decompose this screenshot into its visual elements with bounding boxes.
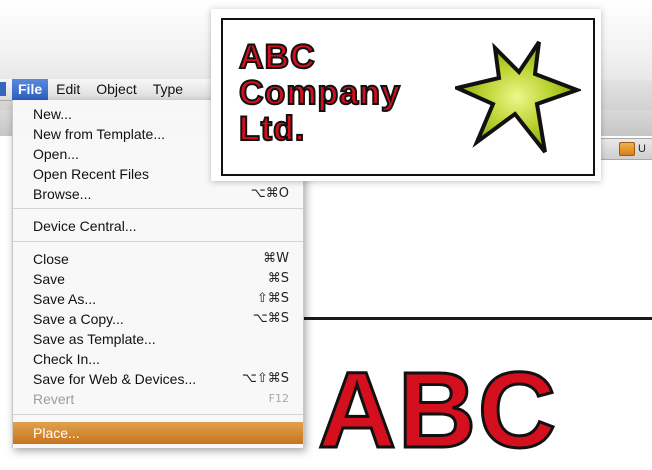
menu-item-save[interactable]: Save ⌘S: [13, 269, 303, 289]
menu-item-shortcut: ⌥⌘O: [250, 186, 289, 201]
menu-item-shortcut: ⇧⌘S: [256, 291, 289, 306]
menu-item-label: Save for Web & Devices...: [33, 371, 197, 387]
menu-item-label: Revert: [33, 391, 75, 407]
document-icon: [619, 142, 635, 156]
menu-item-check-in[interactable]: Check In...: [13, 349, 303, 369]
logo-preview-card: ABC Company Ltd.: [211, 9, 601, 181]
menu-item-label: Device Central...: [33, 218, 137, 234]
menu-item-browse[interactable]: Browse... ⌥⌘O: [13, 184, 303, 204]
menu-item-label: New from Template...: [33, 126, 166, 142]
menu-bar: File Edit Object Type: [0, 79, 212, 101]
menu-separator: [13, 414, 303, 415]
menu-item-save-as[interactable]: Save As... ⇧⌘S: [13, 289, 303, 309]
menu-item-label: Open...: [33, 146, 79, 162]
menu-item-label: New...: [33, 106, 72, 122]
menu-item-save-for-web[interactable]: Save for Web & Devices... ⌥⇧⌘S: [13, 369, 303, 389]
menu-item-save-a-copy[interactable]: Save a Copy... ⌥⌘S: [13, 309, 303, 329]
menu-item-place[interactable]: Place...: [13, 422, 303, 444]
menu-item-shortcut: ⌥⇧⌘S: [241, 371, 289, 386]
menu-object[interactable]: Object: [88, 79, 144, 100]
logo-line-ltd: Ltd.: [238, 110, 306, 148]
menu-type[interactable]: Type: [145, 79, 191, 100]
menu-separator: [13, 208, 303, 209]
menubar-edge: [0, 82, 6, 96]
menu-item-shortcut: ⌘S: [267, 271, 289, 286]
menu-item-label: Close: [33, 251, 69, 267]
menu-item-close[interactable]: Close ⌘W: [13, 249, 303, 269]
logo-line-company: Company: [238, 74, 401, 112]
menu-item-label: Save: [33, 271, 65, 287]
menu-item-label: Check In...: [33, 351, 100, 367]
menu-item-label: Open Recent Files: [33, 166, 149, 182]
menu-item-shortcut: ⌥⌘S: [252, 311, 289, 326]
menu-item-shortcut: ⌘W: [263, 251, 289, 266]
menu-item-shortcut: F12: [268, 392, 289, 405]
menu-item-save-as-template[interactable]: Save as Template...: [13, 329, 303, 349]
document-tab-label: U: [638, 143, 646, 155]
menu-item-device-central[interactable]: Device Central...: [13, 216, 303, 236]
menu-file[interactable]: File: [12, 79, 49, 100]
menu-separator: [13, 241, 303, 242]
logo-line-abc: ABC: [238, 38, 316, 76]
menu-item-label: Save as Template...: [33, 331, 156, 347]
menu-item-revert: Revert F12: [13, 389, 303, 409]
menu-item-label: Save As...: [33, 291, 97, 307]
menu-item-label: Place...: [33, 425, 80, 441]
star-icon: [455, 40, 581, 154]
logo-frame: ABC Company Ltd.: [221, 18, 595, 176]
menu-item-label: Browse...: [33, 186, 92, 202]
canvas-guide-line: [300, 317, 652, 320]
menu-item-label: Save a Copy...: [33, 311, 124, 327]
menu-edit[interactable]: Edit: [48, 79, 88, 100]
